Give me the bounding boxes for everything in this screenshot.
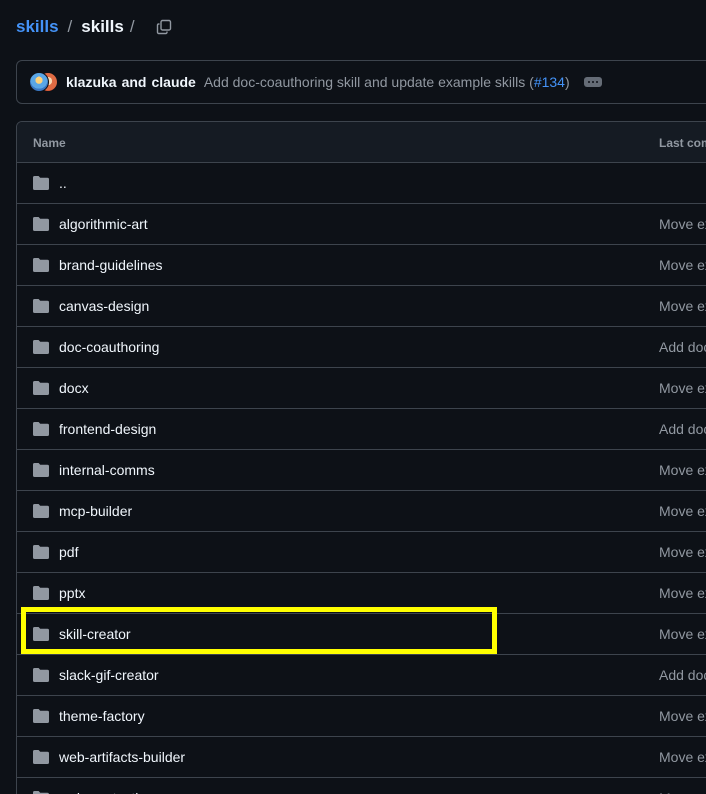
file-name-link[interactable]: .. [59,175,67,191]
file-row-doc-coauthoring[interactable]: doc-coauthoring Add doc-coauthoring skill… [17,327,706,368]
file-row-pptx[interactable]: pptx Move example skills into dedicated f… [17,573,706,614]
ellipsis-icon [591,81,594,83]
last-commit-message[interactable]: Move example skills into dedicated folde… [659,503,706,519]
repo-page: skills / skills / klazuka and claude Add… [0,0,706,794]
last-commit-message[interactable]: Move example skills into dedicated folde… [659,626,706,642]
breadcrumb-current-folder: skills [81,17,124,36]
folder-icon [33,422,49,436]
breadcrumb-separator: / [67,17,73,36]
file-row-mcp-builder[interactable]: mcp-builder Move example skills into dedi… [17,491,706,532]
file-row-docx[interactable]: docx Move example skills into dedicated f… [17,368,706,409]
commit-avatars [29,71,59,93]
folder-icon [33,545,49,559]
ellipsis-icon [595,81,598,83]
folder-icon [33,381,49,395]
file-row-theme-factory[interactable]: theme-factory Move example skills into de… [17,696,706,737]
file-row-frontend-design[interactable]: frontend-design Add doc-coauthoring skill… [17,409,706,450]
folder-icon [33,668,49,682]
file-row-internal-comms[interactable]: internal-comms Move example skills into d… [17,450,706,491]
last-commit-message[interactable]: Add doc-coauthoring skill and update exa… [659,667,706,683]
breadcrumb-repo-link[interactable]: skills [16,17,59,37]
file-name-link[interactable]: brand-guidelines [59,257,163,273]
folder-icon [33,627,49,641]
file-row-slack-gif-creator[interactable]: slack-gif-creator Add doc-coauthoring ski… [17,655,706,696]
ellipsis-icon [587,81,590,83]
commit-message-text: Add doc-coauthoring skill and update exa… [203,74,534,90]
file-name-link[interactable]: skill-creator [59,626,131,642]
commit-expand-button[interactable] [583,77,602,87]
file-table: Name Last commit message .. algorithmic-a… [16,121,706,794]
commit-pr-link[interactable]: #134 [534,74,565,90]
last-commit-message[interactable]: Move example skills into dedicated folde… [659,298,706,314]
table-header: Name Last commit message [17,122,706,163]
folder-icon [33,217,49,231]
file-row-brand-guidelines[interactable]: brand-guidelines Move example skills into… [17,245,706,286]
last-commit-message[interactable]: Move example skills into dedicated folde… [659,749,706,765]
last-commit-message[interactable]: Move example skills into dedicated folde… [659,544,706,560]
last-commit-message[interactable]: Move example skills into dedicated folde… [659,708,706,724]
file-name-link[interactable]: frontend-design [59,421,156,437]
file-name-link[interactable]: canvas-design [59,298,149,314]
folder-icon [33,586,49,600]
file-name-link[interactable]: webapp-testing [59,790,154,794]
last-commit-message[interactable]: Add doc-coauthoring skill and update exa… [659,339,706,355]
file-row-skill-creator[interactable]: skill-creator Move example skills into de… [17,614,706,655]
folder-icon [33,176,49,190]
file-name-link[interactable]: pptx [59,585,85,601]
folder-icon [33,504,49,518]
folder-icon [33,340,49,354]
last-commit-message[interactable]: Move example skills into dedicated folde… [659,257,706,273]
avatar-klazuka[interactable] [29,72,49,92]
folder-icon [33,258,49,272]
file-row-algorithmic-art[interactable]: algorithmic-art Move example skills into … [17,204,706,245]
parent-directory-row[interactable]: .. [17,163,706,204]
last-commit-message[interactable]: Move example skills into dedicated folde… [659,216,706,232]
copy-icon [156,19,171,35]
latest-commit-bar: klazuka and claude Add doc-coauthoring s… [16,60,706,104]
commit-coauthor-link[interactable]: claude [151,74,195,90]
last-commit-message[interactable]: Move example skills into dedicated folde… [659,462,706,478]
commit-author-link[interactable]: klazuka [66,74,117,90]
file-name-link[interactable]: theme-factory [59,708,145,724]
column-header-last-commit: Last commit message [659,136,706,150]
file-name-link[interactable]: mcp-builder [59,503,132,519]
breadcrumb: skills / skills / [16,14,175,40]
last-commit-message[interactable]: Add doc-coauthoring skill and update exa… [659,421,706,437]
folder-icon [33,709,49,723]
file-row-pdf[interactable]: pdf Move example skills into dedicated fo… [17,532,706,573]
commit-message-suffix: ) [564,74,570,90]
file-row-canvas-design[interactable]: canvas-design Move example skills into de… [17,286,706,327]
folder-icon [33,750,49,764]
file-name-link[interactable]: slack-gif-creator [59,667,159,683]
last-commit-message[interactable]: Move example skills into dedicated folde… [659,790,706,794]
commit-and-text: and [121,74,147,90]
file-name-link[interactable]: docx [59,380,89,396]
file-name-link[interactable]: internal-comms [59,462,155,478]
last-commit-message[interactable]: Move example skills into dedicated folde… [659,585,706,601]
commit-message[interactable]: Add doc-coauthoring skill and update exa… [204,74,570,90]
folder-icon [33,299,49,313]
column-header-name: Name [33,136,66,150]
file-name-link[interactable]: pdf [59,544,78,560]
file-row-web-artifacts-builder[interactable]: web-artifacts-builder Move example skills… [17,737,706,778]
file-row-webapp-testing[interactable]: webapp-testing Move example skills into d… [17,778,706,794]
folder-icon [33,463,49,477]
file-name-link[interactable]: web-artifacts-builder [59,749,185,765]
copy-path-button[interactable] [153,16,175,38]
last-commit-message[interactable]: Move example skills into dedicated folde… [659,380,706,396]
file-name-link[interactable]: doc-coauthoring [59,339,159,355]
file-name-link[interactable]: algorithmic-art [59,216,148,232]
breadcrumb-trailing-separator: / [129,17,135,36]
